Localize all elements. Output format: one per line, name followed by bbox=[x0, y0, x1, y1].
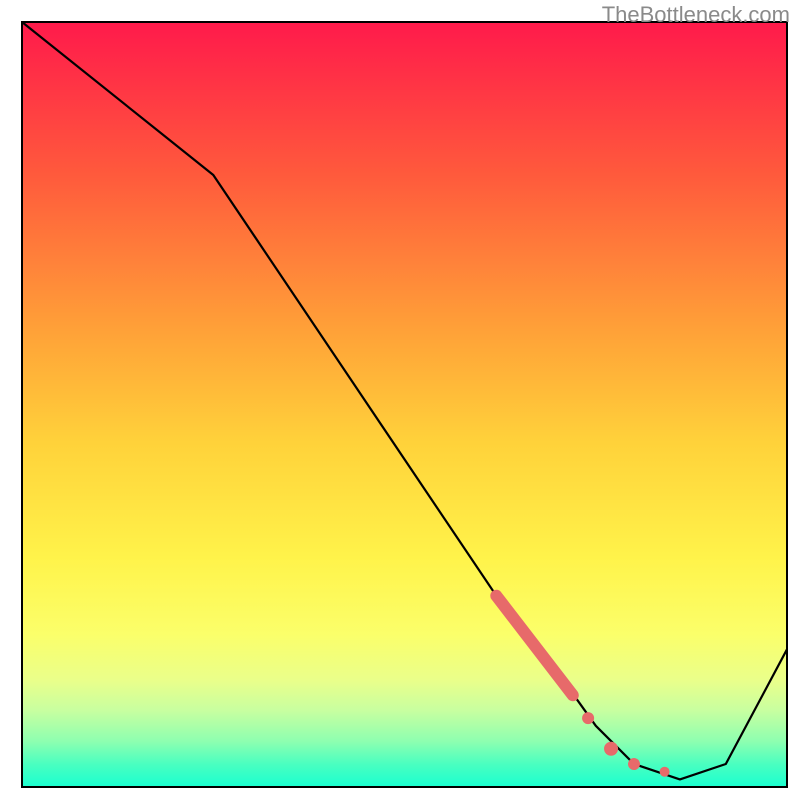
chart-background bbox=[22, 22, 787, 787]
highlight-dot-1 bbox=[582, 712, 594, 724]
watermark-text: TheBottleneck.com bbox=[602, 2, 790, 28]
chart-svg bbox=[0, 0, 800, 800]
highlight-dot-4 bbox=[660, 767, 670, 777]
highlight-dot-3 bbox=[628, 758, 640, 770]
chart-container: TheBottleneck.com bbox=[0, 0, 800, 800]
highlight-dot-2 bbox=[604, 742, 618, 756]
